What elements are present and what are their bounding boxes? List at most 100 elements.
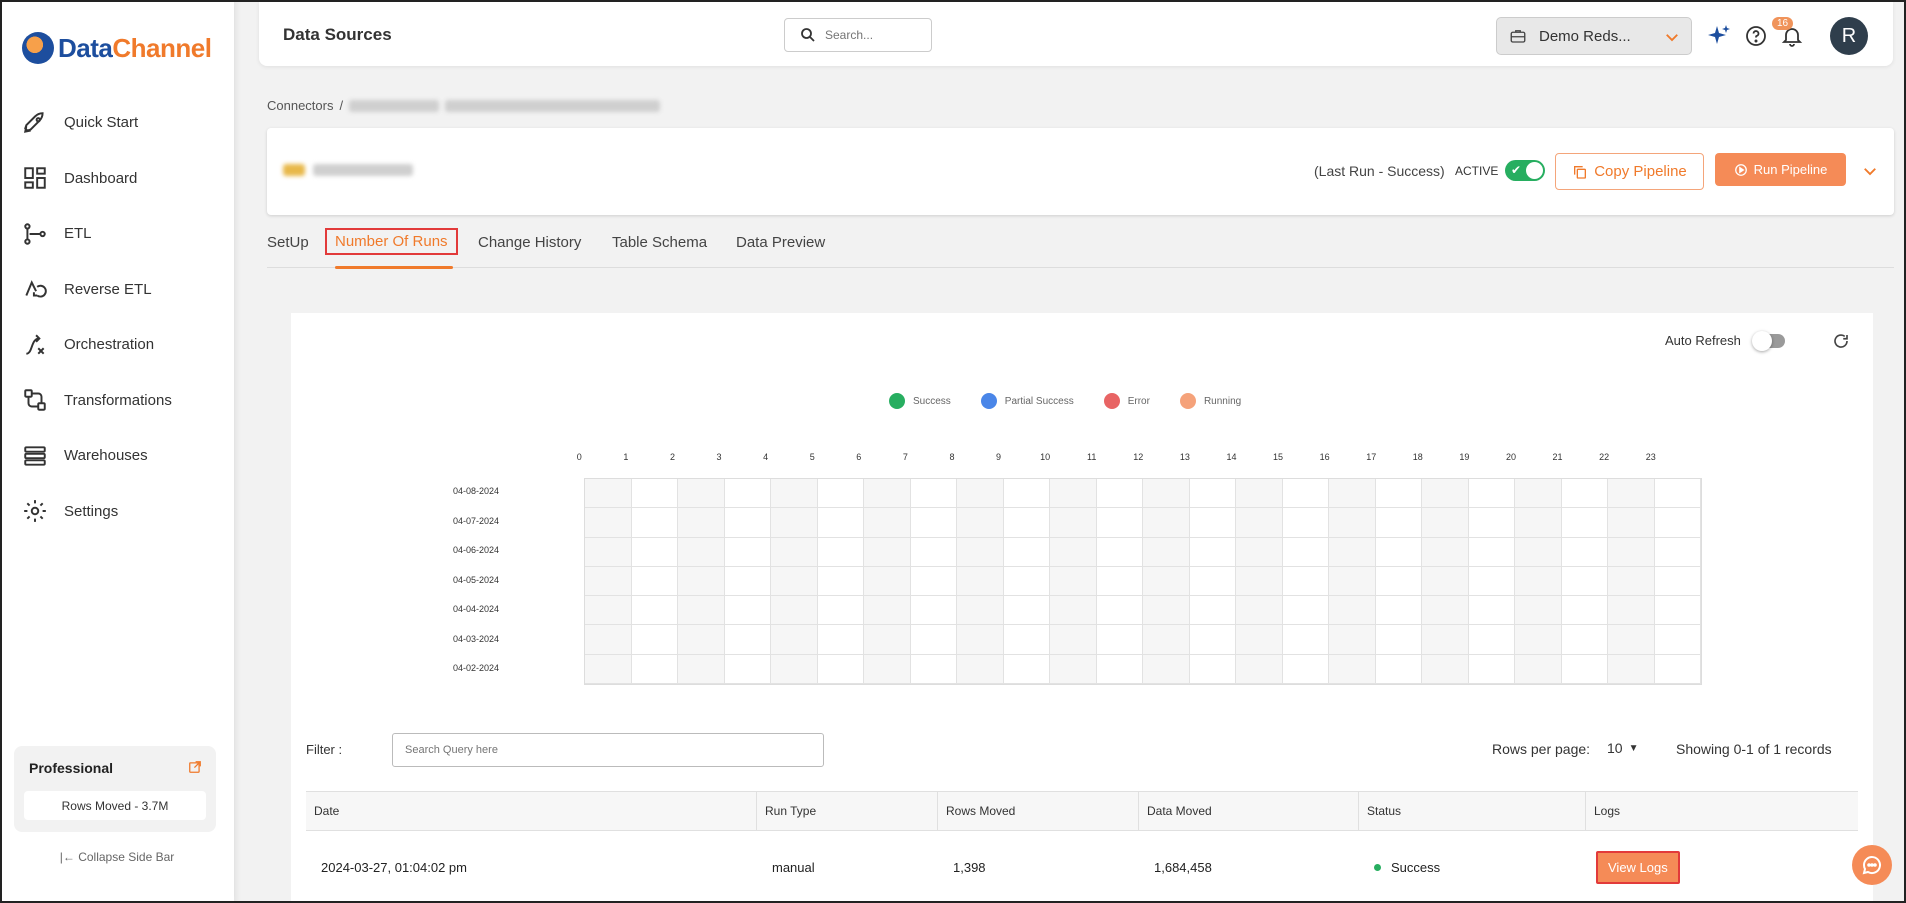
sidebar-item-dashboard[interactable]: Dashboard: [0, 151, 234, 207]
heatmap-cell: [1189, 537, 1236, 567]
heatmap-cell: [1515, 537, 1562, 567]
sidebar-item-label: Reverse ETL: [64, 280, 152, 298]
breadcrumb-connectors[interactable]: Connectors: [267, 98, 333, 113]
external-link-icon[interactable]: [188, 760, 202, 774]
workspace-selector[interactable]: Demo Reds...: [1496, 17, 1692, 55]
legend-label: Success: [913, 395, 951, 407]
hour-label: 21: [1552, 452, 1563, 462]
heatmap-cell: [724, 537, 771, 567]
hour-label: 14: [1226, 452, 1237, 462]
heatmap-cell: [1375, 537, 1422, 567]
sidebar-item-quick-start[interactable]: Quick Start: [0, 95, 234, 151]
heatmap-cell: [1050, 596, 1097, 626]
col-date[interactable]: Date: [306, 792, 757, 830]
heatmap-cell: [585, 566, 632, 597]
col-run-type[interactable]: Run Type: [757, 792, 938, 830]
legend-label: Running: [1203, 395, 1242, 407]
heatmap-cell: [817, 596, 864, 626]
heatmap-cell: [910, 479, 957, 509]
status-dot: [1374, 863, 1381, 871]
active-toggle[interactable]: ✔: [1505, 160, 1545, 181]
pipeline-bar: (Last Run - Success) ACTIVE ✔ Copy Pipel…: [267, 128, 1894, 215]
help-icon[interactable]: [1744, 24, 1768, 48]
col-rows-moved[interactable]: Rows Moved: [938, 792, 1139, 830]
heatmap-cell: [1096, 566, 1143, 597]
chat-support-button[interactable]: [1852, 845, 1892, 885]
hour-label: 4: [763, 452, 769, 462]
heatmap-cell: [1143, 625, 1190, 655]
col-status[interactable]: Status: [1359, 792, 1586, 830]
brand-logo[interactable]: DataChannel: [22, 32, 212, 64]
sparkle-icon[interactable]: [1707, 24, 1731, 48]
date-label: 04-07-2024: [452, 515, 500, 526]
heatmap-cell: [1375, 625, 1422, 655]
sidebar-item-settings[interactable]: Settings: [0, 484, 234, 540]
collapse-sidebar-button[interactable]: |← Collapse Side Bar: [0, 850, 234, 864]
heatmap-cell: [631, 654, 678, 684]
date-label: 04-04-2024: [452, 604, 500, 615]
tab-change-history[interactable]: Change History: [478, 234, 581, 251]
active-label: ACTIVE: [1455, 164, 1499, 178]
heatmap-cell: [1096, 596, 1143, 626]
heatmap-cell: [1329, 566, 1376, 597]
sidebar-item-reverse-etl[interactable]: Reverse ETL: [0, 262, 234, 318]
breadcrumb: Connectors /: [267, 98, 661, 113]
rocket-icon: [24, 112, 44, 133]
heatmap-cell: [1236, 508, 1283, 538]
sidebar-item-transformations[interactable]: Transformations: [0, 373, 234, 429]
heatmap-cell: [771, 654, 818, 684]
datachannel-logo-icon: [22, 32, 54, 64]
view-logs-button[interactable]: View Logs: [1596, 850, 1680, 884]
sidebar-item-label: ETL: [64, 225, 92, 243]
heatmap-cell: [771, 625, 818, 655]
search-box[interactable]: [784, 18, 932, 52]
check-icon: ✔: [1511, 163, 1522, 177]
heatmap-cell: [585, 654, 632, 684]
sidebar-item-warehouses[interactable]: Warehouses: [0, 428, 234, 484]
cell-status: Success: [1359, 831, 1586, 903]
legend-dot: [980, 393, 997, 409]
heatmap-cell: [1468, 625, 1515, 655]
filter-input[interactable]: [392, 733, 824, 767]
heatmap-cell: [910, 625, 957, 655]
copy-pipeline-button[interactable]: Copy Pipeline: [1555, 153, 1704, 190]
heatmap-cell: [1654, 596, 1701, 626]
heatmap-cell: [1654, 508, 1701, 538]
heatmap-cell: [771, 508, 818, 538]
col-data-moved[interactable]: Data Moved: [1139, 792, 1359, 830]
heatmap-cell: [1003, 566, 1050, 597]
tab-setup[interactable]: SetUp: [267, 234, 309, 251]
runs-heatmap-grid: [584, 478, 1702, 685]
heatmap-cell: [1329, 654, 1376, 684]
tab-number-of-runs[interactable]: Number Of Runs: [325, 228, 458, 255]
heatmap-cell: [1422, 537, 1469, 567]
heatmap-cell: [864, 625, 911, 655]
chevron-down-icon: [1666, 34, 1678, 42]
chevron-down-icon[interactable]: [1861, 162, 1879, 180]
tab-table-schema[interactable]: Table Schema: [612, 234, 707, 251]
hour-label: 8: [949, 452, 955, 462]
heatmap-cell: [1003, 479, 1050, 509]
heatmap-cell: [724, 479, 771, 509]
sidebar-item-orchestration[interactable]: Orchestration: [0, 317, 234, 373]
run-pipeline-button[interactable]: Run Pipeline: [1715, 153, 1846, 186]
briefcase-icon: [1510, 30, 1526, 43]
heatmap-cell: [817, 566, 864, 597]
search-input[interactable]: [825, 28, 925, 42]
heatmap-cell: [1561, 654, 1608, 684]
sidebar-item-label: Transformations: [64, 391, 172, 409]
auto-refresh-toggle[interactable]: [1752, 331, 1785, 351]
heatmap-cell: [1096, 479, 1143, 509]
heatmap-cell: [1608, 625, 1655, 655]
rows-per-page-select[interactable]: 10 ▼: [1607, 740, 1638, 756]
tab-data-preview[interactable]: Data Preview: [736, 234, 825, 251]
avatar[interactable]: R: [1830, 17, 1868, 55]
refresh-icon[interactable]: [1832, 332, 1850, 350]
heatmap-cell: [1515, 654, 1562, 684]
heatmap-cell: [1608, 596, 1655, 626]
sidebar-item-etl[interactable]: ETL: [0, 206, 234, 262]
hour-label: 20: [1505, 452, 1516, 462]
hour-label: 19: [1459, 452, 1470, 462]
redacted-logo: [283, 164, 305, 176]
col-logs[interactable]: Logs: [1586, 792, 1858, 830]
